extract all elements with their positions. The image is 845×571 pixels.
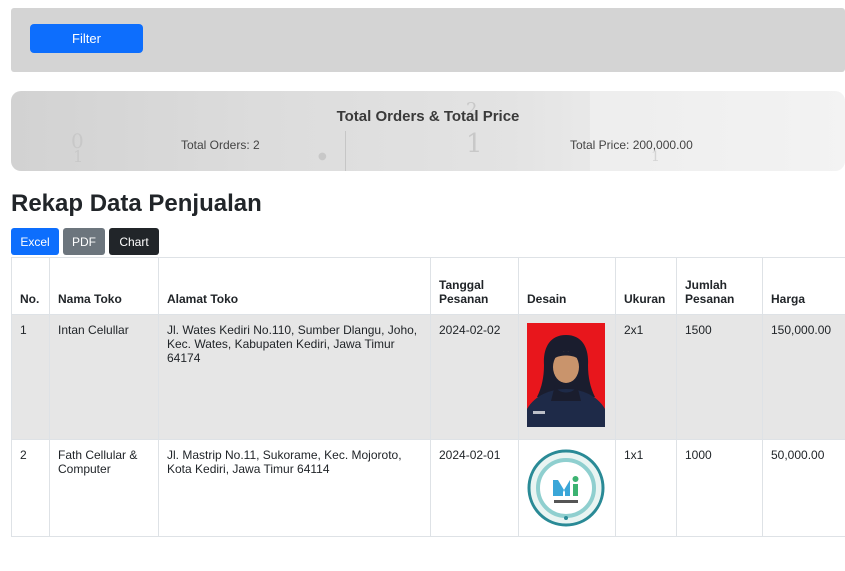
summary-title: Total Orders & Total Price — [336, 108, 520, 125]
column-header-alamat-toko: Alamat Toko — [158, 257, 431, 315]
filter-button[interactable]: Filter — [30, 24, 143, 53]
cell-jumlah-pesanan: 1000 — [676, 439, 763, 537]
table-row: 1 Intan Celullar Jl. Wates Kediri No.110… — [11, 314, 845, 440]
total-orders-text: Total Orders: 2 — [181, 138, 260, 152]
cell-desain — [518, 439, 616, 537]
cell-tanggal-pesanan: 2024-02-02 — [430, 314, 519, 440]
cell-ukuran: 2x1 — [615, 314, 677, 440]
filter-bar: Filter — [11, 8, 845, 72]
background-decoration — [590, 91, 845, 171]
cell-nama-toko: Fath Cellular & Computer — [49, 439, 159, 537]
chart-button[interactable]: Chart — [109, 228, 159, 255]
sales-recap-table: No. Nama Toko Alamat Toko Tanggal Pesana… — [11, 257, 845, 537]
table-header-row: No. Nama Toko Alamat Toko Tanggal Pesana… — [11, 257, 845, 315]
background-decoration: 1 — [73, 147, 84, 166]
export-button-group: Excel PDF Chart — [11, 228, 159, 255]
column-header-tanggal-pesanan: Tanggal Pesanan — [430, 257, 519, 315]
export-pdf-button[interactable]: PDF — [63, 228, 105, 255]
design-logo-image — [527, 448, 605, 528]
cell-ukuran: 1x1 — [615, 439, 677, 537]
cell-harga: 150,000.00 — [762, 314, 845, 440]
cell-desain — [518, 314, 616, 440]
cell-harga: 50,000.00 — [762, 439, 845, 537]
column-header-jumlah-pesanan: Jumlah Pesanan — [676, 257, 763, 315]
page-title: Rekap Data Penjualan — [11, 190, 262, 217]
cell-no: 1 — [11, 314, 50, 440]
table-row: 2 Fath Cellular & Computer Jl. Mastrip N… — [11, 439, 845, 537]
column-header-desain: Desain — [518, 257, 616, 315]
cell-nama-toko: Intan Celullar — [49, 314, 159, 440]
summary-card: 0 1 1 2 1 ● Total Orders & Total Price T… — [11, 91, 845, 171]
background-decoration — [345, 131, 346, 171]
total-price-text: Total Price: 200,000.00 — [570, 138, 693, 152]
column-header-nama-toko: Nama Toko — [49, 257, 159, 315]
column-header-no: No. — [11, 257, 50, 315]
cell-alamat-toko: Jl. Wates Kediri No.110, Sumber Dlangu, … — [158, 314, 431, 440]
cell-jumlah-pesanan: 1500 — [676, 314, 763, 440]
circular-logo-icon — [527, 449, 605, 527]
export-excel-button[interactable]: Excel — [11, 228, 59, 255]
background-decoration: ● — [318, 151, 327, 162]
cell-no: 2 — [11, 439, 50, 537]
background-decoration: 1 — [466, 129, 483, 159]
column-header-harga: Harga — [762, 257, 845, 315]
person-portrait-icon — [527, 323, 605, 427]
cell-alamat-toko: Jl. Mastrip No.11, Sukorame, Kec. Mojoro… — [158, 439, 431, 537]
column-header-ukuran: Ukuran — [615, 257, 677, 315]
cell-tanggal-pesanan: 2024-02-01 — [430, 439, 519, 537]
design-photo-image — [527, 323, 605, 427]
